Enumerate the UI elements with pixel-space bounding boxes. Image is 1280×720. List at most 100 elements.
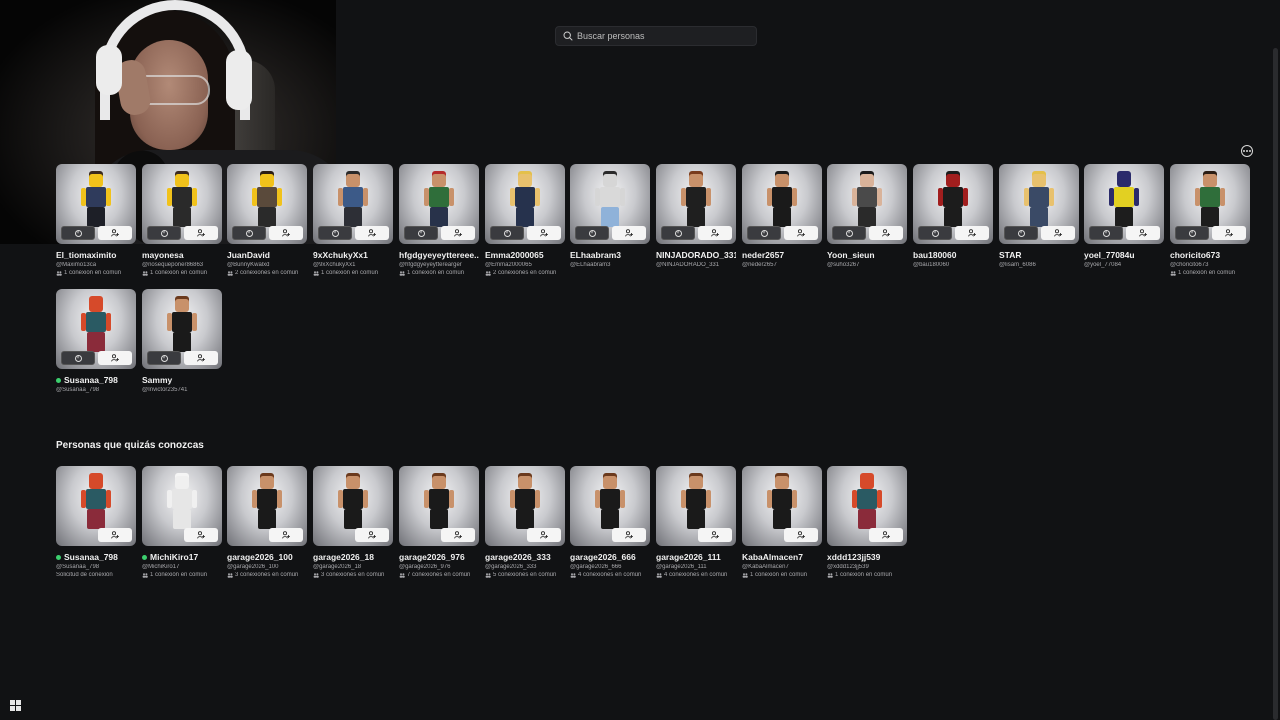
add-connection-button[interactable] bbox=[355, 226, 389, 240]
request-card[interactable]: × yoel_77084u @yoel_77084 bbox=[1084, 164, 1164, 268]
avatar-thumbnail[interactable]: × bbox=[827, 164, 907, 244]
more-options-button[interactable] bbox=[1241, 145, 1253, 157]
display-name[interactable]: garage2026_976 bbox=[399, 552, 465, 562]
avatar-thumbnail[interactable] bbox=[56, 466, 136, 546]
user-name-row[interactable]: garage2026_100 bbox=[227, 552, 307, 562]
search-bar[interactable] bbox=[555, 26, 757, 46]
display-name[interactable]: ELhaabram3 bbox=[570, 250, 621, 260]
add-connection-button[interactable] bbox=[1212, 226, 1246, 240]
user-name-row[interactable]: El_tiomaximito bbox=[56, 250, 136, 260]
display-name[interactable]: garage2026_111 bbox=[656, 552, 721, 562]
add-connection-button[interactable] bbox=[98, 528, 132, 542]
user-name-row[interactable]: garage2026_666 bbox=[570, 552, 650, 562]
decline-button[interactable]: × bbox=[832, 226, 866, 240]
avatar-thumbnail[interactable]: × bbox=[999, 164, 1079, 244]
decline-button[interactable]: × bbox=[661, 226, 695, 240]
user-name-row[interactable]: Susanaa_798 bbox=[56, 375, 136, 385]
avatar-thumbnail[interactable]: × bbox=[1170, 164, 1250, 244]
user-name-row[interactable]: garage2026_18 bbox=[313, 552, 393, 562]
add-connection-button[interactable] bbox=[955, 226, 989, 240]
add-connection-button[interactable] bbox=[527, 528, 561, 542]
user-name-row[interactable]: NINJADORADO_331 bbox=[656, 250, 736, 260]
user-name-row[interactable]: Sammy bbox=[142, 375, 222, 385]
add-connection-button[interactable] bbox=[184, 351, 218, 365]
add-connection-button[interactable] bbox=[98, 226, 132, 240]
user-name-row[interactable]: neder2657 bbox=[742, 250, 822, 260]
request-card[interactable]: × Yoon_sieun @suho3267 bbox=[827, 164, 907, 268]
decline-button[interactable]: × bbox=[1175, 226, 1209, 240]
user-name-row[interactable]: yoel_77084u bbox=[1084, 250, 1164, 260]
request-card[interactable]: × STAR @lisam_6086 bbox=[999, 164, 1079, 268]
user-name-row[interactable]: Emma2000065 bbox=[485, 250, 565, 260]
windows-start-icon[interactable] bbox=[10, 700, 21, 711]
add-connection-button[interactable] bbox=[184, 528, 218, 542]
decline-button[interactable]: × bbox=[61, 226, 95, 240]
add-connection-button[interactable] bbox=[1041, 226, 1075, 240]
add-connection-button[interactable] bbox=[1126, 226, 1160, 240]
request-card[interactable]: × Emma2000065 @Emma2000065 2 conexiones en … bbox=[485, 164, 565, 276]
avatar-thumbnail[interactable] bbox=[142, 466, 222, 546]
request-card[interactable]: × 9xXchukyXx1 @9xXchukyXx1 1 conexión en co… bbox=[313, 164, 393, 276]
add-connection-button[interactable] bbox=[784, 226, 818, 240]
scrollbar[interactable] bbox=[1273, 48, 1278, 720]
user-name-row[interactable]: STAR bbox=[999, 250, 1079, 260]
user-name-row[interactable]: JuanDavid bbox=[227, 250, 307, 260]
avatar-thumbnail[interactable]: × bbox=[56, 164, 136, 244]
suggestion-card[interactable]: garage2026_100 @garage2026_100 3 conexione… bbox=[227, 466, 307, 578]
add-connection-button[interactable] bbox=[869, 226, 903, 240]
suggestion-card[interactable]: MichiKiro17 @MichiKiro17 1 conexión en com… bbox=[142, 466, 222, 578]
decline-button[interactable]: × bbox=[747, 226, 781, 240]
request-card[interactable]: × mayonesa @nosequeponer86863 1 conexión en… bbox=[142, 164, 222, 276]
add-connection-button[interactable] bbox=[184, 226, 218, 240]
add-connection-button[interactable] bbox=[612, 226, 646, 240]
display-name[interactable]: Sammy bbox=[142, 375, 172, 385]
decline-button[interactable]: × bbox=[318, 226, 352, 240]
avatar-thumbnail[interactable] bbox=[399, 466, 479, 546]
user-name-row[interactable]: ELhaabram3 bbox=[570, 250, 650, 260]
display-name[interactable]: xddd123jj539 bbox=[827, 552, 880, 562]
decline-button[interactable]: × bbox=[1089, 226, 1123, 240]
user-name-row[interactable]: Yoon_sieun bbox=[827, 250, 907, 260]
display-name[interactable]: MichiKiro17 bbox=[150, 552, 198, 562]
display-name[interactable]: JuanDavid bbox=[227, 250, 270, 260]
decline-button[interactable]: × bbox=[232, 226, 266, 240]
avatar-thumbnail[interactable]: × bbox=[1084, 164, 1164, 244]
display-name[interactable]: 9xXchukyXx1 bbox=[313, 250, 368, 260]
avatar-thumbnail[interactable]: × bbox=[485, 164, 565, 244]
add-connection-button[interactable] bbox=[441, 226, 475, 240]
decline-button[interactable]: × bbox=[61, 351, 95, 365]
display-name[interactable]: garage2026_18 bbox=[313, 552, 374, 562]
suggestion-card[interactable]: KabaAlmacen7 @KabaAlmacen7 1 conexión en c… bbox=[742, 466, 822, 578]
request-card[interactable]: × Susanaa_798 @Susanaa_798 bbox=[56, 289, 136, 393]
add-connection-button[interactable] bbox=[612, 528, 646, 542]
decline-button[interactable]: × bbox=[490, 226, 524, 240]
display-name[interactable]: STAR bbox=[999, 250, 1022, 260]
avatar-thumbnail[interactable]: × bbox=[142, 164, 222, 244]
add-connection-button[interactable] bbox=[355, 528, 389, 542]
user-name-row[interactable]: xddd123jj539 bbox=[827, 552, 907, 562]
display-name[interactable]: NINJADORADO_331 bbox=[656, 250, 736, 260]
display-name[interactable]: Susanaa_798 bbox=[64, 552, 118, 562]
display-name[interactable]: Emma2000065 bbox=[485, 250, 544, 260]
user-name-row[interactable]: garage2026_976 bbox=[399, 552, 479, 562]
display-name[interactable]: mayonesa bbox=[142, 250, 184, 260]
display-name[interactable]: choricito673 bbox=[1170, 250, 1220, 260]
add-connection-button[interactable] bbox=[869, 528, 903, 542]
avatar-thumbnail[interactable] bbox=[656, 466, 736, 546]
add-connection-button[interactable] bbox=[698, 226, 732, 240]
request-card[interactable]: × choricito673 @choricito673 1 conexión en … bbox=[1170, 164, 1250, 276]
avatar-thumbnail[interactable] bbox=[570, 466, 650, 546]
request-card[interactable]: × El_tiomaximito @Maximo13ca 1 conexión en … bbox=[56, 164, 136, 276]
user-name-row[interactable]: Susanaa_798 bbox=[56, 552, 136, 562]
avatar-thumbnail[interactable]: × bbox=[399, 164, 479, 244]
user-name-row[interactable]: mayonesa bbox=[142, 250, 222, 260]
user-name-row[interactable]: MichiKiro17 bbox=[142, 552, 222, 562]
avatar-thumbnail[interactable]: × bbox=[656, 164, 736, 244]
avatar-thumbnail[interactable]: × bbox=[142, 289, 222, 369]
request-card[interactable]: × hfgdgyeyeyttereee... @hfgdgyeyeytterearg… bbox=[399, 164, 479, 276]
user-name-row[interactable]: hfgdgyeyeyttereee... bbox=[399, 250, 479, 260]
add-connection-button[interactable] bbox=[441, 528, 475, 542]
display-name[interactable]: bau180060 bbox=[913, 250, 956, 260]
avatar-thumbnail[interactable] bbox=[827, 466, 907, 546]
user-name-row[interactable]: 9xXchukyXx1 bbox=[313, 250, 393, 260]
